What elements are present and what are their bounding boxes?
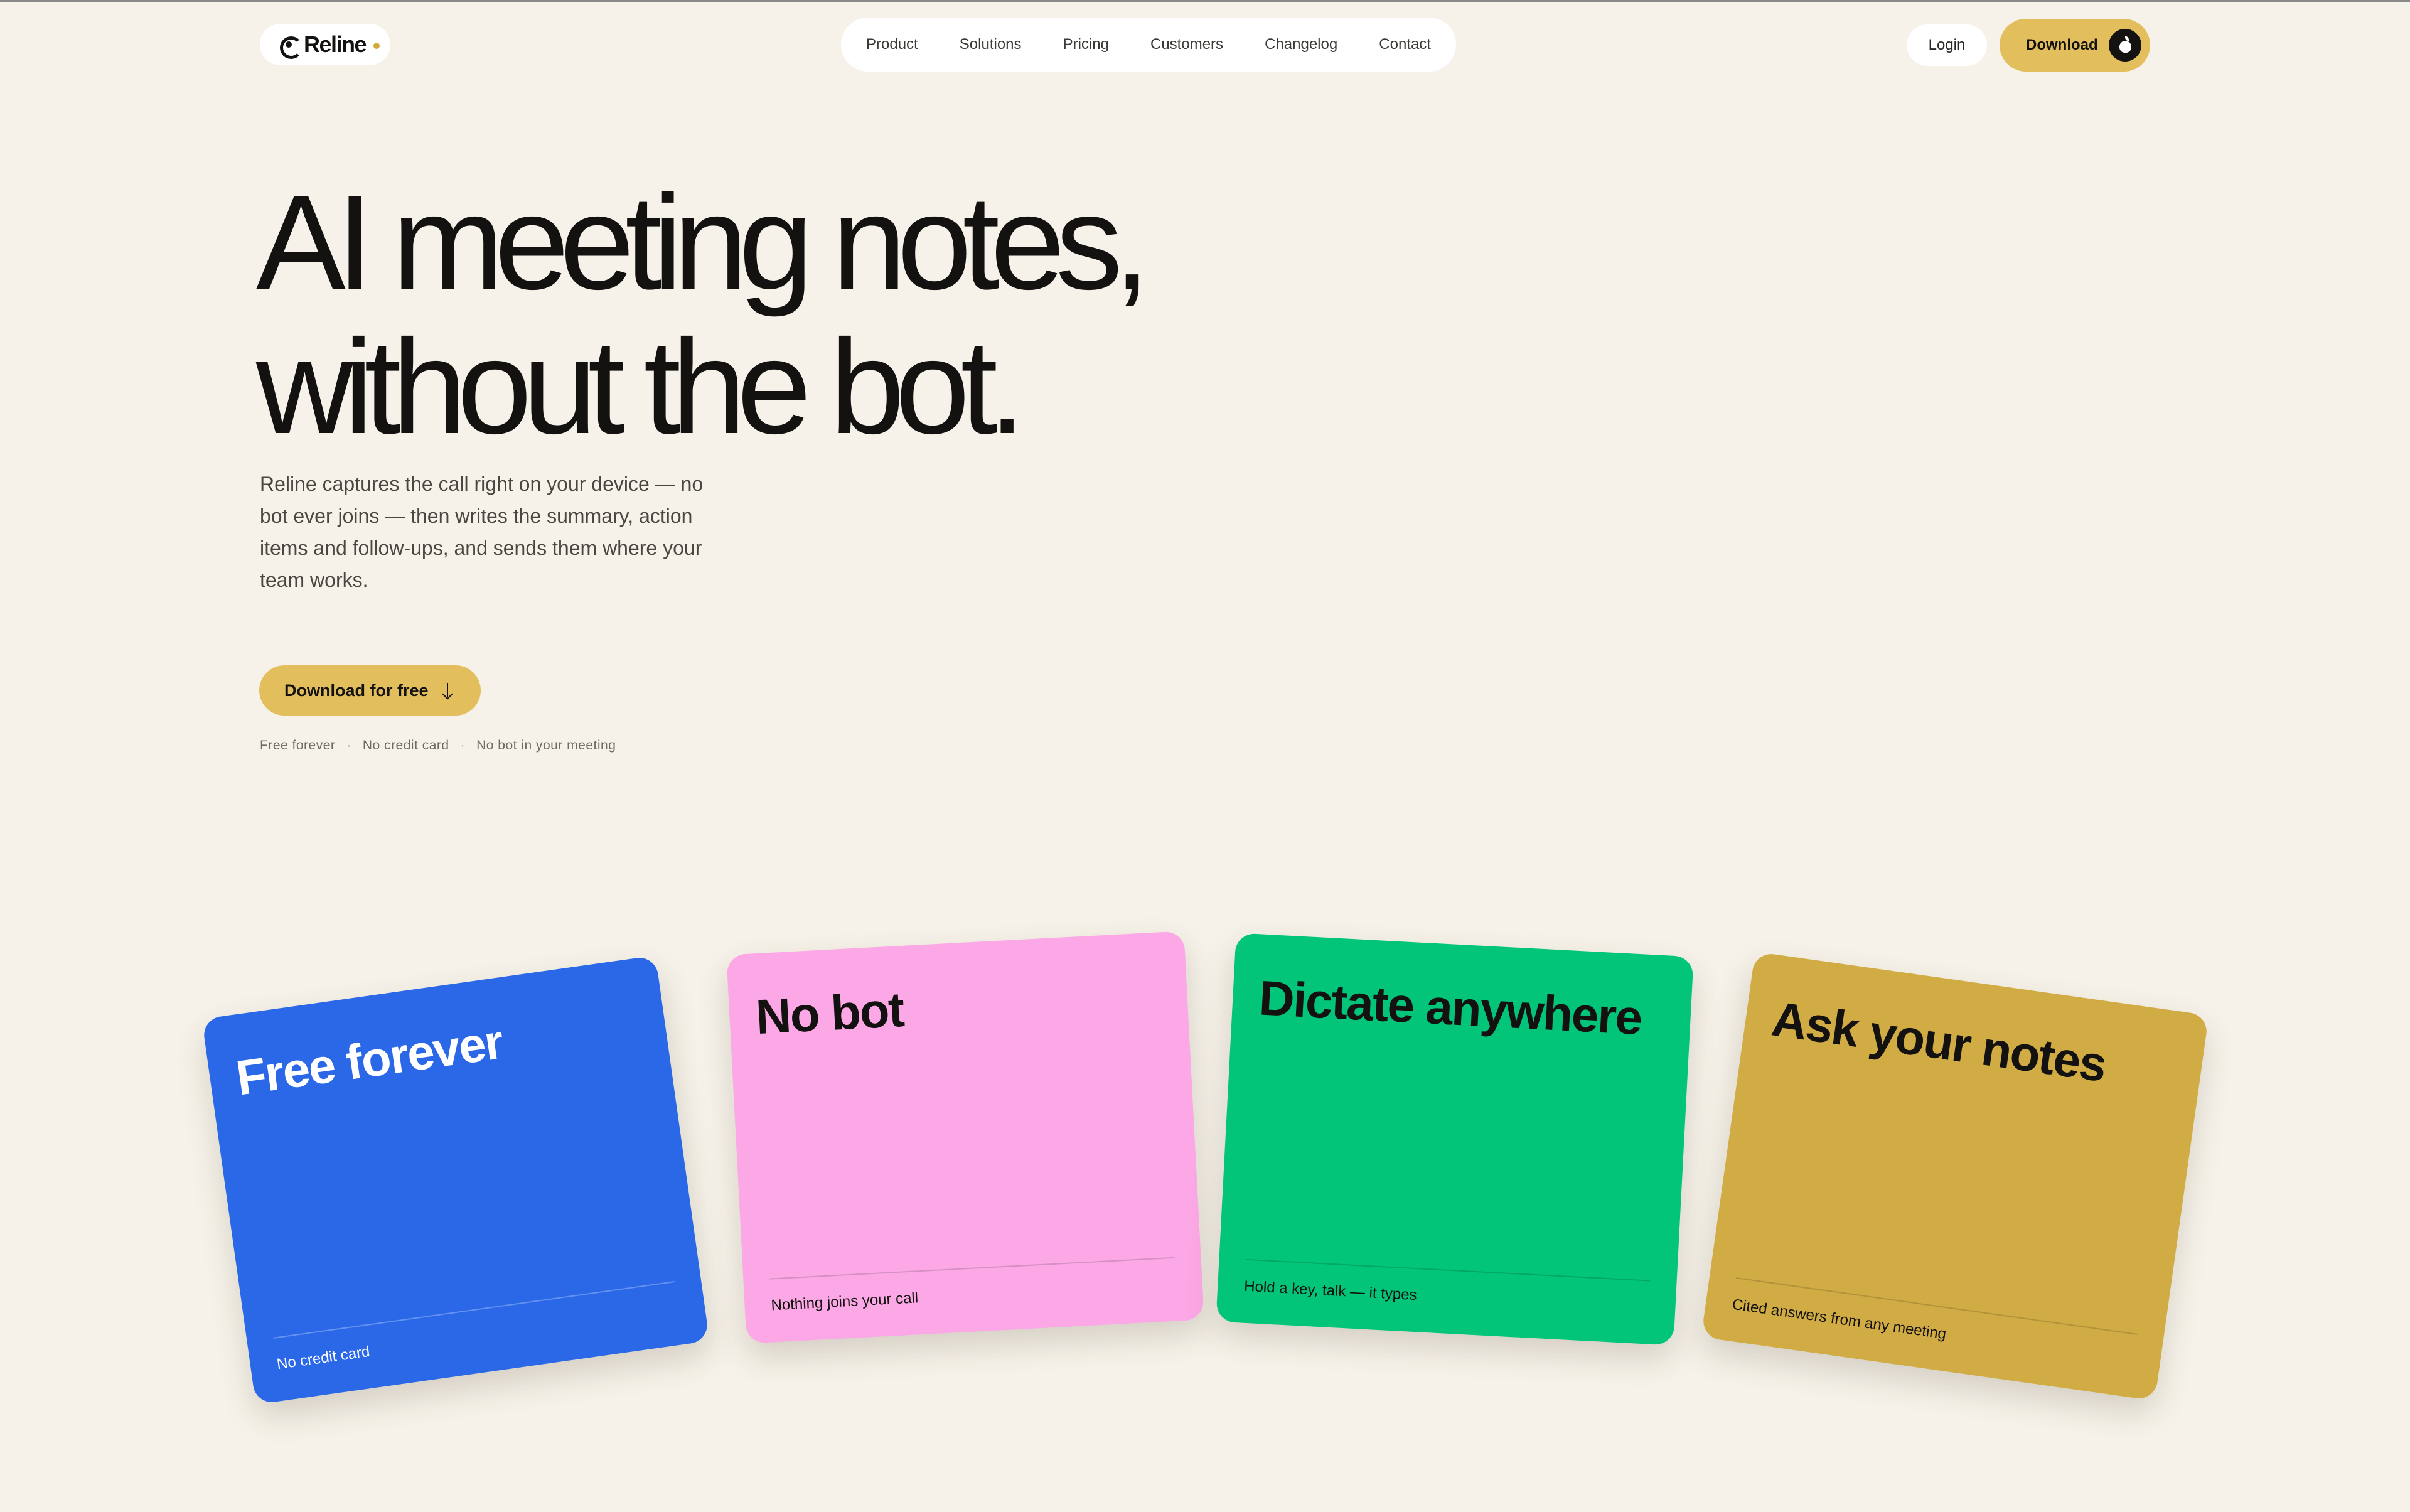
feature-card-free-forever: Free forever No credit card (201, 955, 710, 1405)
card-title: Ask your notes (1769, 990, 2109, 1093)
card-divider (273, 1281, 675, 1339)
card-subtitle: No credit card (276, 1343, 371, 1373)
nav-contact[interactable]: Contact (1379, 36, 1431, 53)
nav-product[interactable]: Product (866, 36, 918, 53)
perk-item: No credit card (362, 738, 449, 753)
card-title: Free forever (232, 1014, 506, 1106)
apple-icon (2109, 29, 2141, 62)
hero-title: AI meeting notes, without the bot. (256, 171, 1260, 459)
hero-description: Reline captures the call right on your d… (260, 473, 704, 591)
nav-changelog[interactable]: Changelog (1265, 36, 1337, 53)
nav-customers[interactable]: Customers (1150, 36, 1223, 53)
feature-card-no-bot: No bot Nothing joins your call (726, 931, 1204, 1344)
header-download-button[interactable]: Download (2000, 19, 2150, 72)
card-title: Dictate anywhere (1258, 970, 1643, 1046)
feature-card-dictate-anywhere: Dictate anywhere Hold a key, talk — it t… (1216, 933, 1694, 1346)
nav-pricing[interactable]: Pricing (1063, 36, 1109, 53)
feature-card-ask-your-notes: Ask your notes Cited answers from any me… (1701, 952, 2209, 1401)
reline-logo-icon (279, 35, 303, 59)
cta-label: Download for free (284, 680, 429, 700)
login-button[interactable]: Login (1907, 24, 1987, 66)
header-download-label: Download (2026, 36, 2098, 53)
download-for-free-button[interactable]: Download for free (259, 665, 481, 716)
card-subtitle: Hold a key, talk — it types (1243, 1277, 1418, 1304)
perks-list: Free forever · No credit card · No bot i… (260, 738, 616, 753)
main-nav: Product Solutions Pricing Customers Chan… (841, 18, 1456, 72)
perk-item: Free forever (260, 738, 336, 753)
nav-solutions[interactable]: Solutions (960, 36, 1022, 53)
logo-link[interactable]: Reline (260, 24, 390, 65)
logo-dot (373, 43, 380, 49)
card-divider (1245, 1258, 1651, 1282)
card-title: No bot (754, 981, 905, 1045)
perk-separator: · (460, 738, 466, 753)
logo-text: Reline (304, 31, 367, 57)
perk-item: No bot in your meeting (476, 738, 616, 753)
card-divider (769, 1257, 1175, 1280)
arrow-down-icon (442, 683, 453, 699)
perk-separator: · (346, 738, 351, 753)
hero-title-line-2: without the bot. (256, 312, 1026, 462)
hero-title-line-1: AI meeting notes, (256, 168, 1150, 318)
card-subtitle: Nothing joins your call (770, 1289, 919, 1314)
window-top-border (0, 0, 2410, 2)
